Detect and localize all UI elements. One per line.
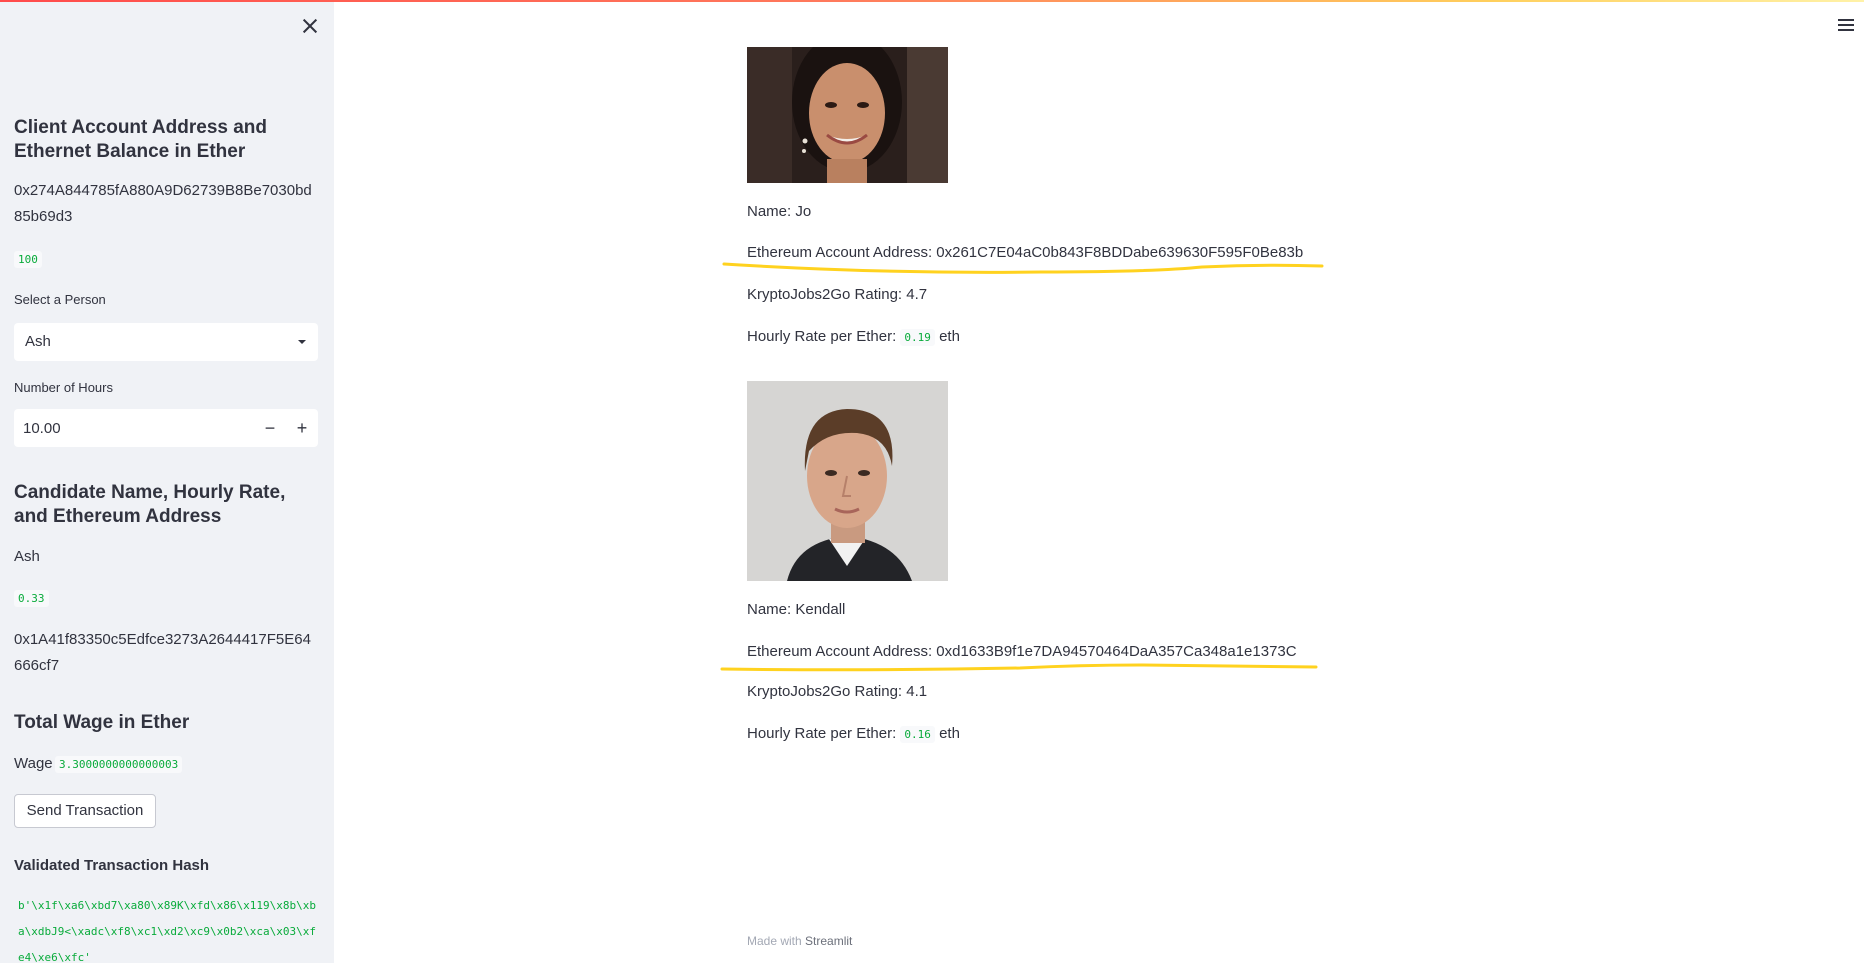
candidate-rate-row-kendall: Hourly Rate per Ether: 0.16 eth <box>747 724 960 745</box>
close-icon[interactable] <box>300 16 320 36</box>
rate-label: Hourly Rate per Ether: <box>747 725 897 742</box>
candidate-photo-kendall <box>747 381 948 581</box>
wage-value: 3.3000000000000003 <box>55 756 183 773</box>
wage-heading: Total Wage in Ether <box>14 712 190 733</box>
hamburger-menu-icon[interactable] <box>1838 19 1854 32</box>
rate-unit: eth <box>939 725 960 742</box>
candidate-heading: Candidate Name, Hourly Rate, and Ethereu… <box>14 482 286 527</box>
account-address: 0x274A844785fA880A9D62739B8Be7030bd85b69… <box>14 182 312 225</box>
person-select[interactable]: Ash <box>14 323 318 361</box>
rate-value: 0.19 <box>900 329 935 346</box>
select-label: Select a Person <box>14 292 106 307</box>
highlight-underline-kendall <box>720 663 1318 672</box>
footer-prefix: Made with <box>747 934 802 948</box>
candidate-rate-row-jo: Hourly Rate per Ether: 0.19 eth <box>747 327 960 348</box>
hash-heading: Validated Transaction Hash <box>14 857 210 874</box>
account-heading: Client Account Address and Ethernet Bala… <box>14 117 268 162</box>
hours-input[interactable] <box>14 409 254 447</box>
top-decoration-bar <box>0 0 1864 2</box>
footer-brand-link[interactable]: Streamlit <box>805 934 852 948</box>
transaction-hash: b'\x1f\xa6\xbd7\xa80\x89K\xfd\x86\x119\x… <box>14 893 318 963</box>
rate-value: 0.16 <box>900 726 935 743</box>
rate-label: Hourly Rate per Ether: <box>747 328 897 345</box>
candidate-rating-kendall: KryptoJobs2Go Rating: 4.1 <box>747 683 928 700</box>
candidate-name: Ash <box>14 548 40 565</box>
plus-icon[interactable]: + <box>286 409 318 447</box>
person-select-value: Ash <box>25 333 51 350</box>
rate-unit: eth <box>939 328 960 345</box>
candidate-photo-jo <box>747 47 948 183</box>
candidate-name-jo: Name: Jo <box>747 203 812 220</box>
chevron-down-icon <box>298 340 306 344</box>
hours-label: Number of Hours <box>14 380 113 395</box>
wage-label: Wage <box>14 755 53 772</box>
hours-stepper: − + <box>14 409 318 447</box>
send-transaction-button[interactable]: Send Transaction <box>14 794 156 828</box>
balance-value: 100 <box>14 251 42 268</box>
candidate-rate: 0.33 <box>14 590 49 607</box>
minus-icon[interactable]: − <box>254 409 286 447</box>
candidate-rating-jo: KryptoJobs2Go Rating: 4.7 <box>747 286 928 303</box>
highlight-underline-jo <box>722 262 1324 274</box>
candidate-address: 0x1A41f83350c5Edfce3273A2644417F5E64666c… <box>14 631 311 674</box>
sidebar: Client Account Address and Ethernet Bala… <box>0 0 334 963</box>
candidate-name-kendall: Name: Kendall <box>747 601 846 618</box>
footer: Made with Streamlit <box>747 934 852 948</box>
